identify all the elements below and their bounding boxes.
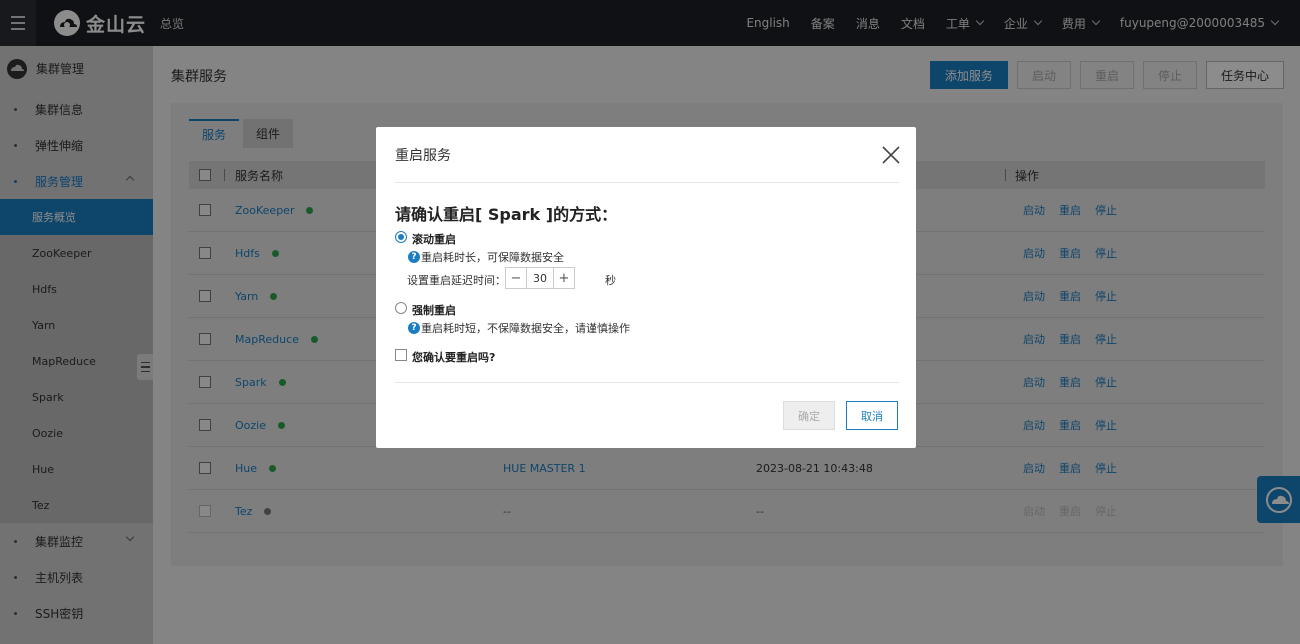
hint-text: 重启耗时长，可保障数据安全 bbox=[421, 251, 564, 264]
dialog-divider bbox=[395, 382, 899, 383]
dialog-title: 重启服务 bbox=[395, 148, 451, 164]
confirm-button[interactable]: 确定 bbox=[783, 401, 835, 430]
confirm-checkbox-label: 您确认要重启吗? bbox=[412, 351, 496, 364]
minus-button[interactable]: − bbox=[506, 268, 526, 288]
rolling-restart-radio[interactable] bbox=[395, 231, 407, 243]
force-restart-radio[interactable] bbox=[395, 302, 407, 314]
delay-stepper: − 30 + bbox=[505, 267, 575, 289]
rolling-restart-label: 滚动重启 bbox=[412, 233, 456, 246]
cancel-button[interactable]: 取消 bbox=[846, 401, 898, 430]
force-restart-label: 强制重启 bbox=[412, 304, 456, 317]
dialog-divider bbox=[395, 182, 899, 183]
confirm-checkbox[interactable] bbox=[395, 349, 407, 361]
question-icon: ? bbox=[408, 251, 420, 263]
question-icon: ? bbox=[408, 322, 420, 334]
delay-unit: 秒 bbox=[605, 274, 616, 287]
hint-text: 重启耗时短，不保障数据安全，请谨慎操作 bbox=[421, 322, 630, 335]
restart-service-dialog: 重启服务 请确认重启[ Spark ]的方式： 滚动重启 ? 重启耗时长，可保障… bbox=[376, 127, 916, 448]
delay-input[interactable]: 30 bbox=[526, 268, 554, 288]
force-restart-hint: ? 重启耗时短，不保障数据安全，请谨慎操作 bbox=[408, 320, 630, 336]
dialog-question: 请确认重启[ Spark ]的方式： bbox=[395, 205, 618, 224]
plus-button[interactable]: + bbox=[554, 268, 574, 288]
close-icon[interactable] bbox=[880, 144, 902, 166]
rolling-restart-hint: ? 重启耗时长，可保障数据安全 bbox=[408, 249, 564, 265]
delay-label: 设置重启延迟时间： bbox=[407, 274, 506, 287]
